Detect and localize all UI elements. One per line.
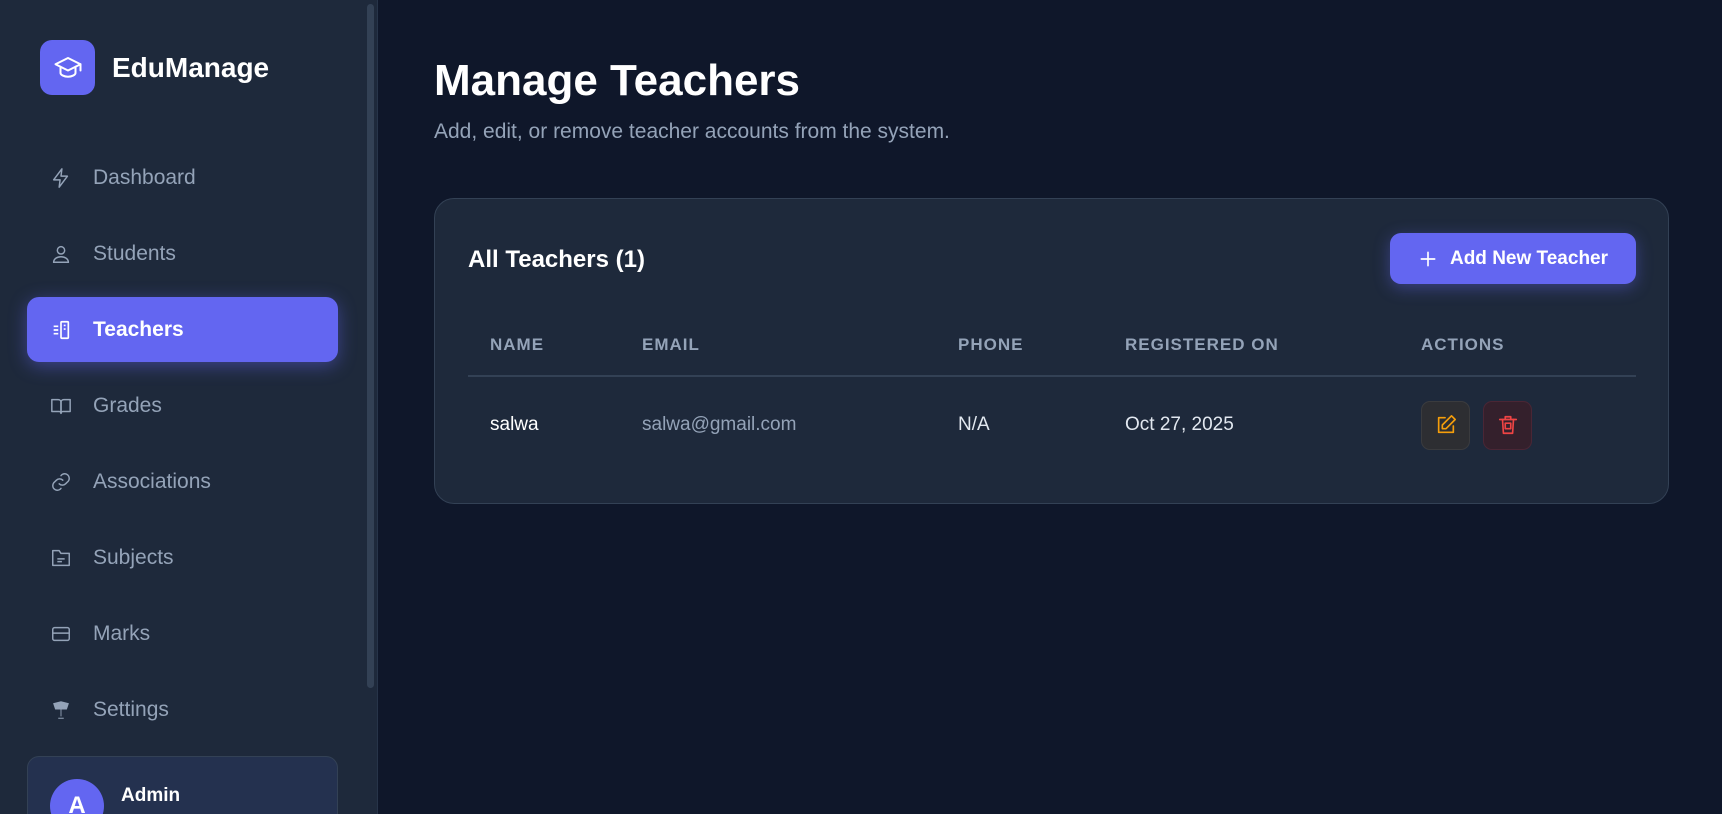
table-row[interactable]: salwa salwa@gmail.com N/A Oct 27, 2025 (468, 377, 1636, 473)
sidebar-item-subjects[interactable]: Subjects (27, 525, 338, 590)
settings-icon (49, 698, 73, 722)
column-header-registered-on[interactable]: REGISTERED ON (1125, 335, 1279, 355)
sidebar-item-marks[interactable]: Marks (27, 601, 338, 666)
delete-button[interactable] (1483, 400, 1532, 450)
app-root: EduManage Dashboard Students Teachers Gr… (0, 0, 1722, 814)
book-open-icon (49, 394, 73, 418)
sidebar-scrollbar-thumb[interactable] (367, 4, 374, 688)
sidebar-item-label: Teachers (93, 317, 184, 341)
avatar: A (50, 779, 104, 814)
brand[interactable]: EduManage (40, 40, 269, 95)
teachers-table: NAME EMAIL PHONE REGISTERED ON ACTIONS s… (468, 315, 1636, 473)
column-header-phone[interactable]: PHONE (958, 335, 1023, 355)
cell-email: salwa@gmail.com (642, 414, 797, 435)
page-title: Manage Teachers (434, 56, 801, 105)
sidebar-nav: Dashboard Students Teachers Grades Assoc… (27, 145, 338, 753)
row-actions (1421, 400, 1545, 450)
sidebar-item-label: Dashboard (93, 165, 196, 189)
graduation-cap-icon (40, 40, 95, 95)
sidebar-item-label: Grades (93, 393, 162, 417)
edit-icon (1437, 415, 1456, 434)
cell-phone: N/A (958, 414, 990, 435)
teachers-card: All Teachers (1) Add New Teacher NAME EM… (434, 198, 1669, 504)
folder-icon (49, 546, 73, 570)
table-header: NAME EMAIL PHONE REGISTERED ON ACTIONS (468, 315, 1636, 377)
sidebar-item-settings[interactable]: Settings (27, 677, 338, 742)
trash-icon (1498, 415, 1517, 435)
column-header-email[interactable]: EMAIL (642, 335, 700, 355)
user-icon (49, 242, 73, 266)
edit-button[interactable] (1421, 400, 1470, 450)
card-icon (49, 622, 73, 646)
sidebar: EduManage Dashboard Students Teachers Gr… (0, 0, 378, 814)
teacher-icon (49, 318, 73, 342)
sidebar-item-teachers[interactable]: Teachers (27, 297, 338, 362)
main-content: Manage Teachers Add, edit, or remove tea… (434, 0, 1722, 814)
user-profile-card[interactable]: A Admin (27, 756, 338, 814)
add-new-teacher-button[interactable]: Add New Teacher (1390, 233, 1636, 284)
sidebar-item-dashboard[interactable]: Dashboard (27, 145, 338, 210)
page-subtitle: Add, edit, or remove teacher accounts fr… (434, 120, 950, 143)
column-header-name[interactable]: NAME (490, 335, 544, 355)
add-button-label: Add New Teacher (1449, 247, 1609, 269)
sidebar-item-associations[interactable]: Associations (27, 449, 338, 514)
sidebar-item-grades[interactable]: Grades (27, 373, 338, 438)
cell-name: salwa (490, 414, 539, 435)
link-icon (49, 470, 73, 494)
user-name: Admin (121, 785, 181, 806)
brand-name: EduManage (112, 51, 270, 83)
card-title: All Teachers (1) (468, 246, 645, 273)
sidebar-item-students[interactable]: Students (27, 221, 338, 286)
sidebar-item-label: Marks (93, 621, 151, 645)
sidebar-item-label: Associations (93, 469, 211, 493)
cell-registered-on: Oct 27, 2025 (1125, 414, 1234, 435)
lightning-icon (49, 166, 73, 190)
sidebar-item-label: Subjects (93, 545, 174, 569)
sidebar-item-label: Students (93, 241, 176, 265)
column-header-actions: ACTIONS (1421, 335, 1505, 354)
sidebar-item-label: Settings (93, 697, 169, 721)
plus-icon (1418, 249, 1438, 269)
